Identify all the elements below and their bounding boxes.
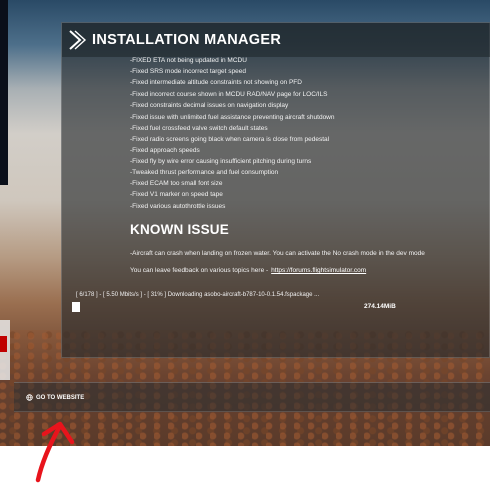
- release-notes[interactable]: -FIXED ETA not being updated in MCDU -Fix…: [130, 56, 490, 218]
- panel-footer: GO TO WEBSITE: [14, 382, 490, 412]
- release-note-line: -Fixed approach speeds: [130, 147, 200, 154]
- known-issue-text: -Aircraft can crash when landing on froz…: [130, 250, 425, 257]
- background-scenery: INSTALLATION MANAGER -FIXED ETA not bein…: [0, 0, 490, 446]
- left-edge-window: [0, 0, 8, 185]
- download-status: [ 6/178 ] - [ 5.50 Mbits/s ] - [ 31% ] D…: [76, 292, 320, 298]
- feedback-line: You can leave feedback on various topics…: [130, 267, 366, 274]
- go-to-website-button[interactable]: GO TO WEBSITE: [26, 394, 84, 401]
- globe-icon: [26, 394, 33, 401]
- feedback-text: You can leave feedback on various topics…: [130, 267, 269, 274]
- release-note-line: -Fixed SRS mode incorrect target speed: [130, 68, 246, 75]
- release-note-line: -Fixed issue with unlimited fuel assista…: [130, 114, 335, 121]
- panel-header: INSTALLATION MANAGER: [62, 23, 490, 57]
- panel-title: INSTALLATION MANAGER: [92, 32, 282, 48]
- release-note-line: -Tweaked thrust performance and fuel con…: [130, 169, 279, 176]
- release-note-line: -Fixed ECAM too small font size: [130, 180, 223, 187]
- known-issue-heading: KNOWN ISSUE: [130, 222, 229, 237]
- go-to-website-label: GO TO WEBSITE: [36, 394, 85, 401]
- release-note-line: -FIXED ETA not being updated in MCDU: [130, 57, 247, 64]
- download-size: 274.14MiB: [364, 303, 396, 310]
- release-notes-list: -FIXED ETA not being updated in MCDU -Fix…: [130, 56, 490, 218]
- left-edge-red-mark: [0, 336, 7, 352]
- release-note-line: -Fixed constraints decimal issues on nav…: [130, 102, 289, 109]
- red-arrow-annotation: [35, 421, 75, 483]
- chevron-logo-icon: [69, 30, 87, 50]
- release-note-line: -Fixed fuel crossfeed valve switch defau…: [130, 125, 268, 132]
- release-note-line: -Fixed V1 marker on speed tape: [130, 191, 223, 198]
- release-note-line: -Fixed incorrect course shown in MCDU RA…: [130, 91, 328, 98]
- release-note-line: -Fixed various autothrottle issues: [130, 203, 226, 210]
- release-note-line: -Fixed radio screens going black when ca…: [130, 136, 330, 143]
- download-progress-bar: [72, 302, 80, 312]
- release-note-line: -Fixed intermediate altitude constraints…: [130, 79, 302, 86]
- feedback-link[interactable]: https://forums.flightsimulator.com: [271, 267, 366, 274]
- release-note-line: -Fixed fly by wire error causing insuffi…: [130, 158, 312, 165]
